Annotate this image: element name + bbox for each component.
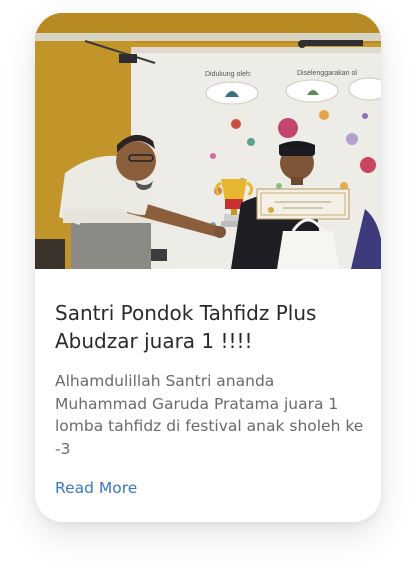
banner-organized-label: Diselenggarakan ol	[297, 70, 357, 77]
post-card[interactable]: Didukung oleh: Diselenggarakan ol Santri…	[35, 13, 381, 522]
read-more-link[interactable]: Read More	[55, 477, 137, 499]
banner-supported-label: Didukung oleh:	[205, 71, 252, 78]
post-title[interactable]: Santri Pondok Tahfidz Plus Abudzar juara…	[55, 299, 365, 355]
post-excerpt: Alhamdulillah Santri ananda Muhammad Gar…	[55, 372, 364, 458]
post-image[interactable]: Didukung oleh: Diselenggarakan ol	[35, 13, 381, 269]
award-photo: Didukung oleh: Diselenggarakan ol	[35, 13, 381, 269]
post-content: Santri Pondok Tahfidz Plus Abudzar juara…	[55, 299, 365, 499]
